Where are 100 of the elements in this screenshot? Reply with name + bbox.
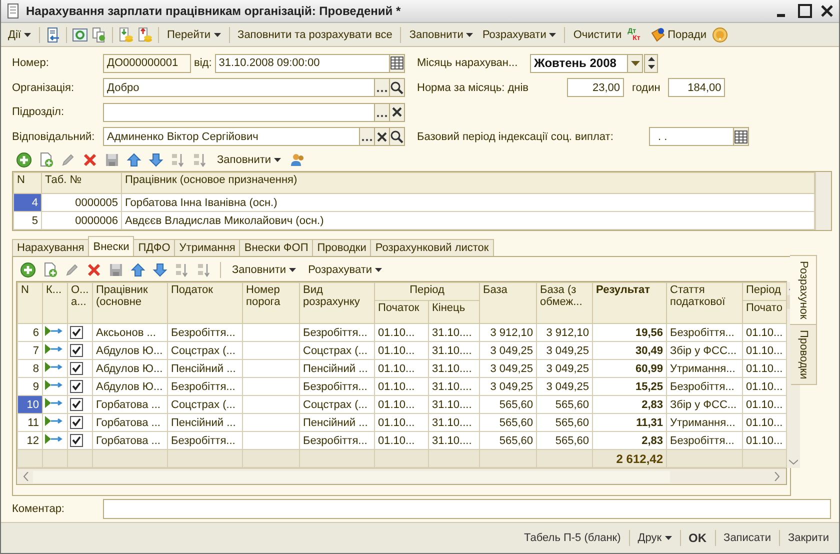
fill-menu[interactable]: Заповнити — [229, 261, 300, 279]
tab[interactable]: Проводки — [312, 239, 372, 256]
checkbox[interactable] — [70, 416, 83, 429]
row-number-cell[interactable]: 12 — [18, 432, 42, 450]
documents-icon[interactable] — [90, 26, 107, 42]
checkbox[interactable] — [70, 362, 83, 375]
search-button[interactable] — [389, 127, 405, 146]
month-field[interactable]: Жовтень 2008 — [530, 54, 628, 73]
calculate-menu[interactable]: Розрахувати — [479, 26, 560, 44]
column-header[interactable]: Кінець — [428, 300, 480, 324]
side-tab[interactable]: Розрахунок — [790, 255, 817, 326]
scrollbar[interactable] — [815, 172, 831, 230]
up-arrow-icon[interactable] — [130, 262, 146, 278]
search-button[interactable] — [389, 78, 405, 98]
action-button[interactable]: OK — [684, 528, 711, 548]
row-number-cell[interactable]: 10 — [18, 396, 42, 414]
down-arrow-icon[interactable] — [152, 262, 168, 278]
checkbox[interactable] — [70, 344, 83, 357]
save-icon[interactable] — [108, 262, 124, 278]
copy-icon[interactable] — [42, 262, 58, 278]
column-header[interactable]: Вид розрахунку — [300, 282, 374, 324]
clear-button[interactable]: Очистити — [570, 26, 625, 44]
row-number-cell[interactable]: 5 — [14, 212, 42, 230]
column-header[interactable]: Результат — [592, 282, 667, 324]
comment-field[interactable] — [103, 499, 831, 519]
down-arrow-icon[interactable] — [148, 152, 164, 168]
column-header[interactable]: О... а... — [68, 282, 92, 324]
column-header[interactable]: Період — [742, 282, 787, 300]
column-header[interactable]: К... — [42, 282, 68, 324]
save-icon[interactable] — [104, 152, 120, 168]
add-icon[interactable] — [16, 152, 32, 168]
row-number-cell[interactable]: 7 — [18, 342, 42, 360]
checkbox[interactable] — [70, 434, 83, 447]
side-tab[interactable]: Проводки — [791, 324, 817, 386]
tab[interactable]: Утримання — [174, 239, 240, 256]
row-number-cell[interactable]: 9 — [18, 378, 42, 396]
checkbox[interactable] — [70, 380, 83, 393]
tab[interactable]: Нарахування — [12, 239, 90, 256]
tab[interactable]: Розрахунковий листок — [370, 239, 494, 256]
column-header[interactable]: Податок — [168, 282, 242, 324]
tab[interactable]: ПДФО — [133, 239, 176, 256]
pencil-icon[interactable] — [64, 262, 80, 278]
column-header[interactable]: Почато — [742, 300, 787, 324]
fill-calculate-all-button[interactable]: Заповнити та розрахувати все — [234, 26, 396, 44]
delete-icon[interactable] — [86, 262, 102, 278]
column-header[interactable]: Працівник (основое призначення) — [122, 172, 814, 194]
scrollbar[interactable] — [17, 468, 786, 484]
calendar-button[interactable] — [733, 127, 749, 146]
document-coins-icon[interactable] — [136, 26, 153, 42]
select-button[interactable] — [374, 78, 390, 98]
column-header[interactable]: База — [480, 282, 537, 324]
spin-button[interactable] — [644, 54, 658, 73]
column-header[interactable]: База (з обмеж... — [536, 282, 593, 324]
document-coins-icon[interactable] — [118, 26, 134, 42]
copy-icon[interactable] — [38, 152, 54, 168]
checkbox[interactable] — [70, 398, 83, 411]
sort-icon[interactable] — [170, 152, 186, 168]
row-number-cell[interactable]: 4 — [14, 194, 42, 212]
column-header[interactable]: Початок — [374, 300, 428, 324]
calendar-button[interactable] — [389, 54, 405, 73]
column-header[interactable]: N — [14, 172, 42, 194]
actions-menu[interactable]: Дії — [5, 26, 34, 44]
base-period-field[interactable]: . . — [649, 127, 734, 146]
row-number-cell[interactable]: 11 — [18, 414, 42, 432]
pencil-icon[interactable] — [60, 152, 76, 168]
fill-menu[interactable]: Заповнити — [406, 26, 476, 44]
action-button[interactable]: Табель П-5 (бланк) — [520, 528, 625, 548]
column-header[interactable]: Стаття податкової — [666, 282, 743, 324]
organization-field[interactable]: Добро — [103, 78, 375, 98]
responsible-field[interactable]: Админенко Віктор Сергійович — [103, 127, 360, 146]
action-button[interactable]: Записати — [720, 528, 775, 548]
select-button[interactable] — [359, 127, 375, 146]
sort-icon[interactable] — [192, 152, 208, 168]
column-header[interactable]: N — [18, 282, 42, 324]
column-header[interactable]: Період — [374, 282, 480, 300]
select-button[interactable] — [374, 102, 390, 122]
number-field[interactable]: ДО000000001 — [103, 54, 191, 73]
tips-button[interactable]: Поради — [646, 26, 710, 44]
row-number-cell[interactable]: 6 — [18, 324, 42, 342]
people-icon[interactable] — [290, 152, 306, 168]
go-to-menu[interactable]: Перейти — [164, 26, 224, 44]
document-arrow-icon[interactable] — [44, 26, 61, 42]
action-button[interactable]: Закрити — [784, 528, 833, 548]
hours-field[interactable]: 184,00 — [668, 78, 726, 98]
add-icon[interactable] — [20, 262, 36, 278]
sort-icon[interactable] — [196, 262, 212, 278]
up-arrow-icon[interactable] — [126, 152, 142, 168]
tab[interactable]: Внески ФОП — [239, 239, 314, 256]
dropdown-button[interactable] — [627, 54, 643, 73]
row-number-cell[interactable]: 8 — [18, 360, 42, 378]
clear-field-button[interactable] — [389, 102, 405, 122]
fill-menu[interactable]: Заповнити — [214, 151, 284, 169]
maximize-icon[interactable] — [797, 3, 813, 19]
days-field[interactable]: 23,00 — [567, 78, 624, 98]
clear-field-button[interactable] — [374, 127, 390, 146]
delete-icon[interactable] — [82, 152, 98, 168]
sort-icon[interactable] — [174, 262, 190, 278]
column-header[interactable]: Номер порога — [242, 282, 300, 324]
date-field[interactable]: 31.10.2008 09:00:00 — [214, 54, 390, 73]
department-field[interactable] — [103, 102, 375, 122]
